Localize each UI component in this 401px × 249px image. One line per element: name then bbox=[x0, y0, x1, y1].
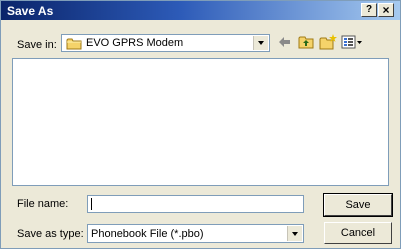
title-bar[interactable]: Save As ? × bbox=[1, 1, 400, 20]
close-button[interactable]: × bbox=[378, 3, 394, 17]
file-name-label: File name: bbox=[17, 198, 69, 210]
back-icon[interactable] bbox=[277, 34, 291, 50]
file-list[interactable] bbox=[12, 58, 389, 186]
view-menu-icon[interactable] bbox=[341, 34, 363, 50]
save-as-type-value: Phonebook File (*.pbo) bbox=[91, 228, 204, 240]
new-folder-icon[interactable] bbox=[319, 34, 337, 50]
cancel-button[interactable]: Cancel bbox=[324, 222, 392, 244]
save-in-combo[interactable]: EVO GPRS Modem bbox=[61, 34, 270, 52]
text-caret bbox=[91, 198, 92, 210]
file-name-input[interactable] bbox=[87, 195, 304, 213]
window-title: Save As bbox=[7, 4, 54, 18]
save-in-dropdown-arrow[interactable] bbox=[253, 36, 268, 50]
up-folder-icon[interactable] bbox=[298, 34, 314, 50]
folder-icon bbox=[66, 38, 82, 50]
save-in-value: EVO GPRS Modem bbox=[86, 37, 184, 49]
save-as-type-dropdown-arrow[interactable] bbox=[287, 226, 302, 241]
save-in-label: Save in: bbox=[17, 39, 57, 51]
save-as-dialog: Save As ? × Save in: EVO GPRS Modem File… bbox=[0, 0, 401, 249]
help-button[interactable]: ? bbox=[361, 3, 377, 17]
save-button[interactable]: Save bbox=[323, 193, 393, 217]
save-as-type-combo[interactable]: Phonebook File (*.pbo) bbox=[87, 224, 304, 243]
save-as-type-label: Save as type: bbox=[17, 228, 84, 240]
